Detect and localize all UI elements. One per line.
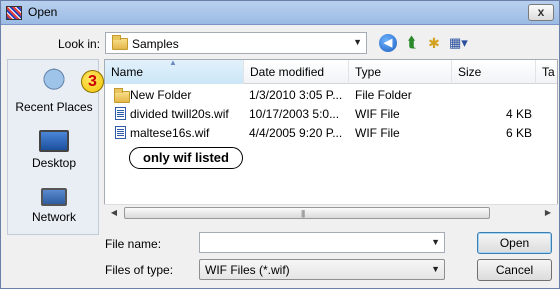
column-name-label: Name — [111, 65, 144, 79]
file-size: 4 KB — [505, 107, 532, 121]
wif-file-icon — [115, 107, 126, 120]
wif-file-icon — [115, 126, 126, 139]
file-name: divided twill20s.wif — [130, 107, 229, 121]
look-in-combo[interactable]: Samples ▼ — [105, 32, 367, 54]
network-icon — [41, 188, 67, 206]
column-date-modified[interactable]: Date modified — [244, 60, 349, 84]
open-button[interactable]: Open — [477, 232, 552, 254]
file-type-value: WIF Files (*.wif) — [205, 263, 290, 277]
file-row[interactable]: divided twill20s.wif 10/17/2003 5:0... W… — [105, 105, 557, 124]
chevron-down-icon: ▼ — [431, 264, 440, 274]
file-row[interactable]: New Folder 1/3/2010 3:05 P... File Folde… — [105, 86, 557, 105]
sort-ascending-icon: ▲ — [169, 59, 177, 67]
column-tags[interactable]: Ta — [536, 60, 557, 84]
recent-places-icon — [38, 68, 70, 96]
file-name: New Folder — [130, 88, 192, 102]
app-icon — [6, 6, 22, 20]
horizontal-scrollbar[interactable]: ◀ ||| ▶ — [104, 204, 558, 220]
place-desktop[interactable]: Desktop — [8, 130, 100, 170]
column-type[interactable]: Type — [349, 60, 452, 84]
up-folder-icon[interactable]: ⮬ — [403, 34, 421, 52]
file-date: 1/3/2010 3:05 P... — [249, 88, 343, 102]
views-menu-icon[interactable]: ▦▾ — [449, 34, 473, 52]
column-size[interactable]: Size — [452, 60, 536, 84]
file-name-label: File name: — [105, 237, 162, 251]
file-size: 6 KB — [505, 126, 532, 140]
chevron-down-icon: ▼ — [353, 37, 362, 47]
place-label: Recent Places — [15, 100, 93, 114]
file-type: WIF File — [355, 107, 400, 121]
back-icon[interactable]: ◀ — [379, 34, 397, 52]
look-in-label: Look in: — [58, 37, 101, 51]
folder-icon — [114, 88, 130, 103]
file-type: File Folder — [355, 88, 412, 102]
grip-icon: ||| — [301, 209, 305, 218]
look-in-value: Samples — [132, 37, 179, 51]
place-label: Network — [31, 210, 76, 224]
file-date: 4/4/2005 9:20 P... — [249, 126, 343, 140]
file-name-input[interactable]: ▼ — [199, 232, 445, 253]
place-label: Desktop — [31, 156, 77, 170]
cancel-button[interactable]: Cancel — [477, 259, 552, 281]
close-button[interactable]: x — [528, 4, 554, 21]
open-dialog: Open x Look in: Samples ▼ ◀ ⮬ ✱ ▦▾ Recen… — [0, 0, 560, 289]
new-folder-icon[interactable]: ✱ — [425, 34, 443, 52]
file-date: 10/17/2003 5:0... — [249, 107, 340, 121]
annotation-callout: only wif listed — [129, 147, 243, 169]
desktop-icon — [39, 130, 69, 152]
file-type-label: Files of type: — [105, 263, 174, 277]
window-title: Open — [28, 5, 58, 19]
scrollbar-thumb[interactable]: ||| — [124, 207, 490, 219]
scroll-left-icon[interactable]: ◀ — [106, 205, 122, 221]
step-badge: 3 — [81, 70, 104, 93]
file-type: WIF File — [355, 126, 400, 140]
title-bar: Open x — [1, 1, 559, 25]
scroll-right-icon[interactable]: ▶ — [540, 205, 556, 221]
column-name[interactable]: ▲ Name — [105, 60, 244, 84]
file-row[interactable]: maltese16s.wif 4/4/2005 9:20 P... WIF Fi… — [105, 124, 557, 143]
chevron-down-icon[interactable]: ▼ — [431, 237, 440, 247]
column-header-row: ▲ Name Date modified Type Size Ta — [105, 60, 557, 84]
file-list[interactable]: ▲ Name Date modified Type Size Ta New Fo… — [104, 59, 558, 220]
folder-icon — [112, 35, 128, 50]
file-name: maltese16s.wif — [130, 126, 210, 140]
place-network[interactable]: Network — [8, 188, 100, 224]
file-type-select[interactable]: WIF Files (*.wif) ▼ — [199, 259, 445, 280]
